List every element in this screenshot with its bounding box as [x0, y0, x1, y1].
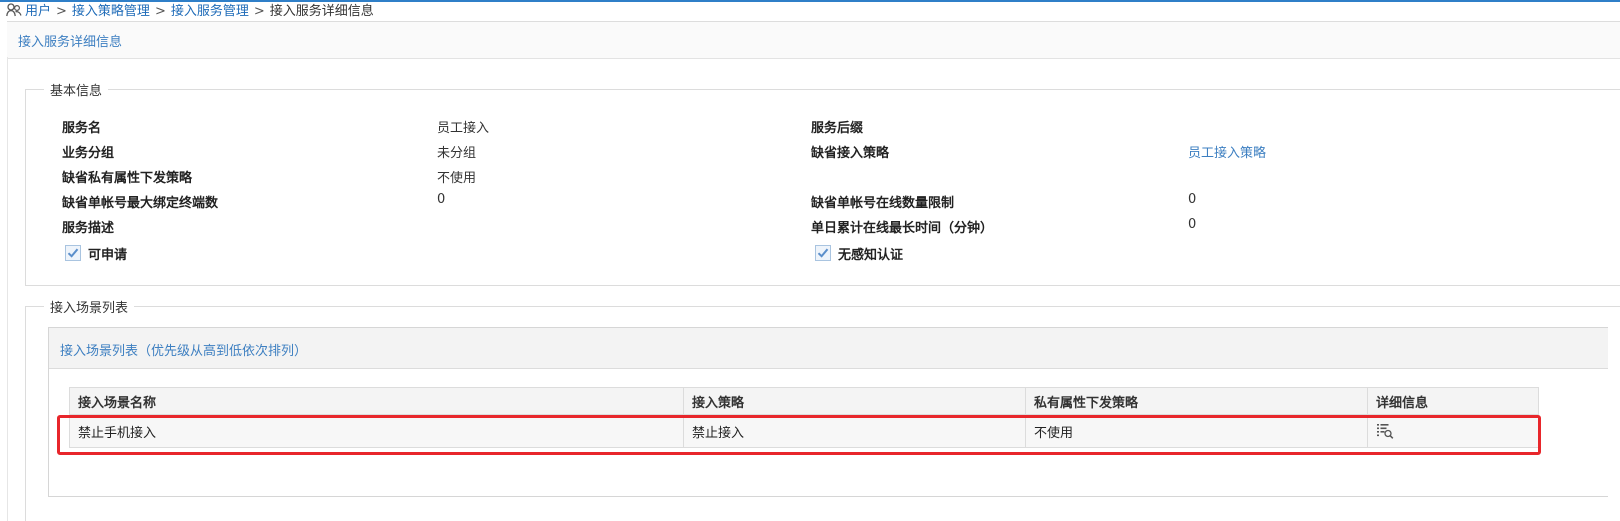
- business-group-value: 未分组: [437, 146, 477, 161]
- check-icon: [67, 248, 79, 258]
- access-scene-panel: 接入场景列表（优先级从高到低依次排列） 接入场景名称 接入策略 私有属性下发策略…: [48, 327, 1608, 497]
- detail-view-icon[interactable]: [1376, 423, 1394, 439]
- access-scene-panel-title: 接入场景列表（优先级从高到低依次排列）: [60, 344, 308, 359]
- content-left-border: [7, 57, 8, 521]
- private-attr-policy-cell: 不使用: [1025, 414, 1368, 448]
- access-scene-panel-header: 接入场景列表（优先级从高到低依次排列）: [49, 328, 1608, 369]
- applicable-label: 可申请: [88, 248, 128, 263]
- check-icon: [817, 248, 829, 258]
- service-name-label: 服务名: [62, 121, 102, 136]
- access-scene-legend: 接入场景列表: [50, 301, 129, 316]
- breadcrumb-user[interactable]: 用户: [25, 4, 51, 19]
- seamless-auth-label: 无感知认证: [838, 248, 904, 263]
- online-limit-label: 缺省单帐号在线数量限制: [811, 196, 955, 211]
- breadcrumb-separator: >: [154, 4, 166, 19]
- max-bind-terminals-value: 0: [437, 192, 446, 207]
- default-access-policy-link[interactable]: 员工接入策略: [1188, 142, 1266, 161]
- service-description-label: 服务描述: [62, 221, 115, 236]
- breadcrumb-current: 接入服务详细信息: [269, 4, 374, 19]
- page-header: 接入服务详细信息: [7, 21, 1620, 59]
- applicable-checkbox[interactable]: [65, 245, 81, 261]
- service-name-value: 员工接入: [437, 121, 490, 136]
- column-header-scene-name[interactable]: 接入场景名称: [69, 387, 684, 415]
- column-header-private-attr-policy[interactable]: 私有属性下发策略: [1025, 387, 1368, 415]
- seamless-auth-checkbox[interactable]: [815, 245, 831, 261]
- breadcrumb-access-service-management[interactable]: 接入服务管理: [171, 4, 249, 19]
- access-scene-table: 接入场景名称 接入策略 私有属性下发策略 详细信息 禁止手机接入 禁止接入 不使…: [69, 387, 1539, 448]
- daily-online-time-label: 单日累计在线最长时间（分钟）: [811, 221, 994, 236]
- breadcrumb-access-policy-management[interactable]: 接入策略管理: [72, 4, 150, 19]
- scene-name-cell: 禁止手机接入: [69, 414, 684, 448]
- page-title: 接入服务详细信息: [18, 35, 123, 50]
- online-limit-value: 0: [1188, 192, 1197, 207]
- business-group-label: 业务分组: [62, 146, 115, 161]
- table-row: 禁止手机接入 禁止接入 不使用: [69, 414, 1539, 448]
- table-header-row: 接入场景名称 接入策略 私有属性下发策略 详细信息: [69, 387, 1539, 415]
- daily-online-time-value: 0: [1188, 217, 1197, 232]
- breadcrumb-separator: >: [56, 4, 67, 19]
- private-attr-policy-value: 不使用: [437, 171, 477, 186]
- private-attr-policy-label: 缺省私有属性下发策略: [62, 171, 193, 186]
- default-access-policy-label: 缺省接入策略: [811, 146, 890, 161]
- column-header-details: 详细信息: [1367, 387, 1539, 415]
- user-icon: [6, 3, 22, 17]
- access-policy-cell: 禁止接入: [683, 414, 1026, 448]
- breadcrumb-separator: >: [253, 4, 265, 19]
- details-cell: [1367, 414, 1539, 448]
- basic-info-legend: 基本信息: [50, 84, 103, 99]
- max-bind-terminals-label: 缺省单帐号最大绑定终端数: [62, 196, 219, 211]
- service-suffix-label: 服务后缀: [811, 121, 864, 136]
- breadcrumb: 用户 > 接入策略管理 > 接入服务管理 > 接入服务详细信息: [6, 2, 374, 21]
- column-header-access-policy[interactable]: 接入策略: [683, 387, 1026, 415]
